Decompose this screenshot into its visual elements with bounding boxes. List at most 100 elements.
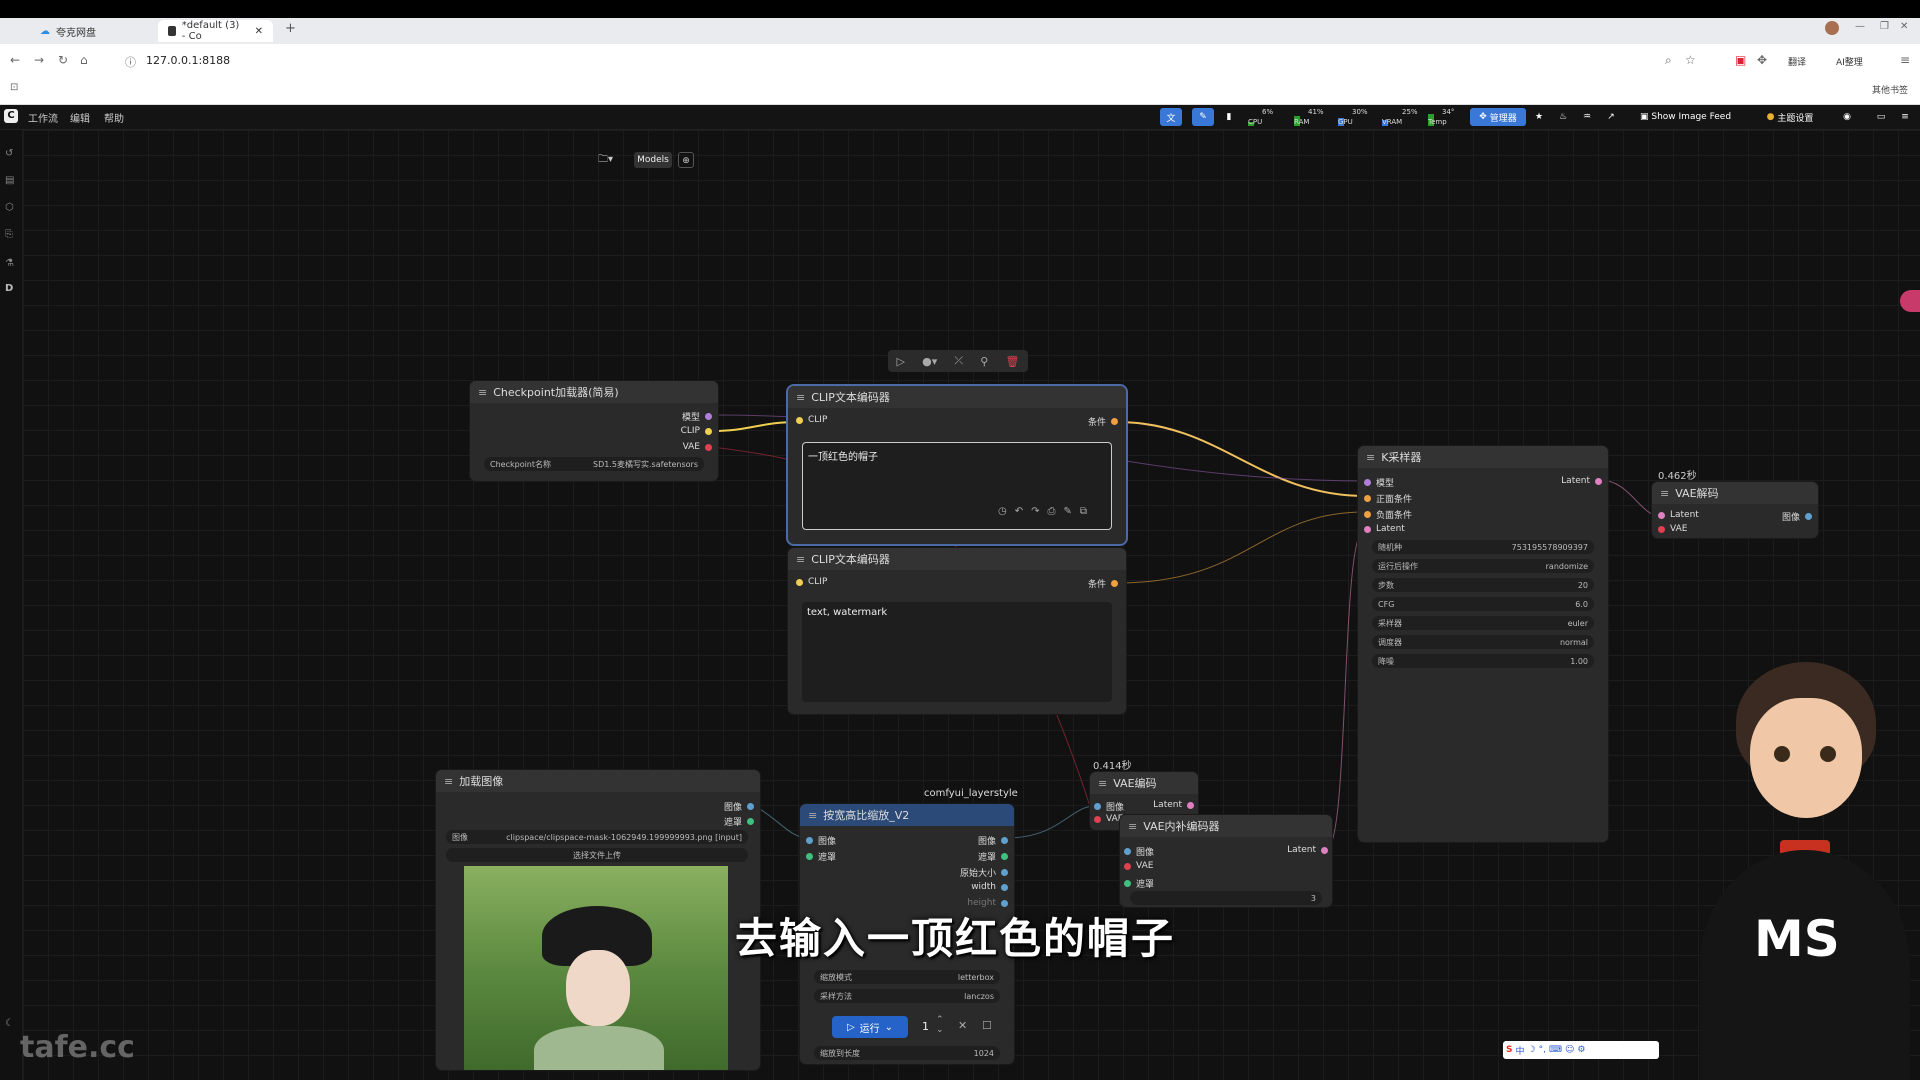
denoise-widget[interactable]: 降噪 1.00	[1372, 654, 1594, 668]
slot-dot[interactable]	[1001, 869, 1008, 876]
node-menu-icon[interactable]: ≡	[444, 775, 453, 788]
node-menu-icon[interactable]: ≡	[796, 391, 805, 404]
wand-icon[interactable]: ✎	[1064, 506, 1072, 517]
sampler-widget[interactable]: 采样器 euler	[1372, 616, 1594, 630]
node-header[interactable]: ≡ VAE内补编码器	[1120, 815, 1332, 837]
input-mask[interactable]: 遮罩	[1124, 877, 1154, 890]
slot-dot[interactable]	[1364, 525, 1371, 533]
control-widget[interactable]: 运行后操作 randomize	[1372, 559, 1594, 573]
slot-dot[interactable]	[796, 416, 803, 424]
slot-dot[interactable]	[1364, 511, 1371, 518]
slot-dot[interactable]	[1658, 511, 1665, 519]
node-header[interactable]: ≡ 加载图像	[436, 770, 760, 792]
stepper-icon[interactable]: ⌃ ⌄	[936, 1015, 944, 1035]
vae-inpaint-encoder-node[interactable]: ≡ VAE内补编码器 图像 VAE 遮罩 Latent 3	[1120, 815, 1332, 907]
output-image[interactable]: 图像	[1782, 510, 1812, 523]
slot-dot[interactable]	[747, 818, 754, 825]
slot-dot[interactable]	[705, 413, 712, 420]
batch-count[interactable]: 1	[922, 1020, 929, 1033]
slot-dot[interactable]	[1111, 418, 1118, 425]
color-icon[interactable]: ●▾	[922, 355, 937, 368]
slot-dot[interactable]	[806, 853, 813, 860]
slot-dot[interactable]	[1001, 837, 1008, 844]
slot-dot[interactable]	[1094, 815, 1101, 823]
stop-icon[interactable]: ☐	[982, 1019, 992, 1032]
slot-dot[interactable]	[1187, 801, 1194, 809]
ksampler-node[interactable]: ≡ K采样器 模型 正面条件 负面条件 Latent Latent 随机种 7531…	[1358, 446, 1608, 842]
negative-prompt-textarea[interactable]: text, watermark	[802, 602, 1112, 702]
ime-toolbar[interactable]: S 中 ☽ °, ⌨ ☺ ⚙	[1503, 1041, 1659, 1059]
checkpoint-loader-node[interactable]: ≡ Checkpoint加载器(简易) 模型 CLIP VAE Checkpoin…	[470, 381, 718, 481]
node-menu-icon[interactable]: ≡	[1366, 451, 1375, 464]
input-vae[interactable]: VAE	[1658, 524, 1687, 534]
input-clip[interactable]: CLIP	[796, 415, 827, 425]
node-header[interactable]: ≡ K采样器	[1358, 446, 1608, 468]
redo-icon[interactable]: ↷	[1031, 506, 1039, 517]
slot-dot[interactable]	[747, 803, 754, 810]
node-menu-icon[interactable]: ≡	[796, 553, 805, 566]
slot-dot[interactable]	[1595, 477, 1602, 485]
ime-mode-icon[interactable]: 中	[1515, 1044, 1524, 1057]
output-model[interactable]: 模型	[682, 410, 712, 423]
node-menu-icon[interactable]: ≡	[478, 386, 487, 399]
seed-widget[interactable]: 随机种 753195578909397	[1372, 540, 1594, 554]
output-image[interactable]: 图像	[724, 800, 754, 813]
input-latent[interactable]: Latent	[1658, 510, 1699, 520]
slot-dot[interactable]	[1124, 880, 1131, 887]
output-mask[interactable]: 遮罩	[724, 815, 754, 828]
scale-length-widget[interactable]: 缩放到长度 1024	[814, 1046, 1000, 1060]
node-menu-icon[interactable]: ≡	[808, 809, 817, 822]
clip-encoder-positive-node[interactable]: ≡ CLIP文本编码器 CLIP 条件 一顶红色的帽子 ◷ ↶ ↷ ⎙ ✎ ⧉	[788, 386, 1126, 544]
slot-dot[interactable]	[1124, 848, 1131, 855]
upload-button[interactable]: 选择文件上传	[446, 848, 748, 862]
copy-icon[interactable]: ⧉	[1080, 506, 1087, 517]
slot-dot[interactable]	[1364, 495, 1371, 502]
cfg-widget[interactable]: CFG 6.0	[1372, 597, 1594, 611]
pin-icon[interactable]: ⚲	[980, 355, 988, 368]
slot-dot[interactable]	[1094, 803, 1101, 810]
scale-mode-widget[interactable]: 缩放模式 letterbox	[814, 970, 1000, 984]
bypass-icon[interactable]: ⤫	[954, 354, 963, 368]
node-header[interactable]: ≡ CLIP文本编码器	[788, 548, 1126, 570]
slot-dot[interactable]	[705, 427, 712, 435]
checkpoint-widget[interactable]: Checkpoint名称 SD1.5麦橘写实.safetensors	[484, 457, 704, 471]
slot-dot[interactable]	[1124, 862, 1131, 870]
grow-mask-widget[interactable]: 3	[1130, 891, 1322, 905]
node-menu-icon[interactable]: ≡	[1128, 820, 1137, 833]
vae-decode-node[interactable]: ≡ VAE解码 Latent VAE 图像	[1652, 482, 1818, 538]
input-vae[interactable]: VAE	[1124, 861, 1153, 871]
input-latent[interactable]: Latent	[1364, 524, 1405, 534]
ime-keyboard-icon[interactable]: ⌨	[1549, 1045, 1562, 1055]
output-latent[interactable]: Latent	[1287, 845, 1328, 855]
slot-dot[interactable]	[1364, 479, 1371, 486]
output-clip[interactable]: CLIP	[681, 426, 712, 436]
delete-icon[interactable]: 🗑	[1005, 355, 1019, 368]
node-header[interactable]: ≡ 按宽高比缩放_V2	[800, 804, 1014, 826]
clock-icon[interactable]: ◷	[998, 506, 1007, 517]
resample-widget[interactable]: 采样方法 lanczos	[814, 989, 1000, 1003]
output-conditioning[interactable]: 条件	[1088, 577, 1118, 590]
output-width[interactable]: width	[971, 882, 1008, 892]
input-mask[interactable]: 遮罩	[806, 850, 836, 863]
node-menu-icon[interactable]: ≡	[1660, 487, 1669, 500]
slot-dot[interactable]	[1321, 846, 1328, 854]
cancel-icon[interactable]: ✕	[958, 1019, 967, 1032]
slot-dot[interactable]	[1001, 853, 1008, 860]
output-latent[interactable]: Latent	[1561, 476, 1602, 486]
input-positive[interactable]: 正面条件	[1364, 492, 1412, 505]
steps-widget[interactable]: 步数 20	[1372, 578, 1594, 592]
output-latent[interactable]: Latent	[1153, 800, 1194, 810]
node-menu-icon[interactable]: ≡	[1098, 777, 1107, 790]
input-image[interactable]: 图像	[1094, 800, 1124, 813]
undo-icon[interactable]: ↶	[1015, 506, 1023, 517]
side-float-button[interactable]	[1900, 290, 1920, 312]
save-icon[interactable]: ⎙	[1048, 506, 1056, 517]
scheduler-widget[interactable]: 调度器 normal	[1372, 635, 1594, 649]
slot-dot[interactable]	[806, 837, 813, 844]
run-button[interactable]: ▷ 运行 ⌄	[832, 1016, 908, 1038]
play-icon[interactable]: ▷	[897, 355, 905, 368]
slot-dot[interactable]	[1805, 513, 1812, 520]
output-original-size[interactable]: 原始大小	[960, 866, 1008, 879]
slot-dot[interactable]	[1658, 525, 1665, 533]
output-image[interactable]: 图像	[978, 834, 1008, 847]
